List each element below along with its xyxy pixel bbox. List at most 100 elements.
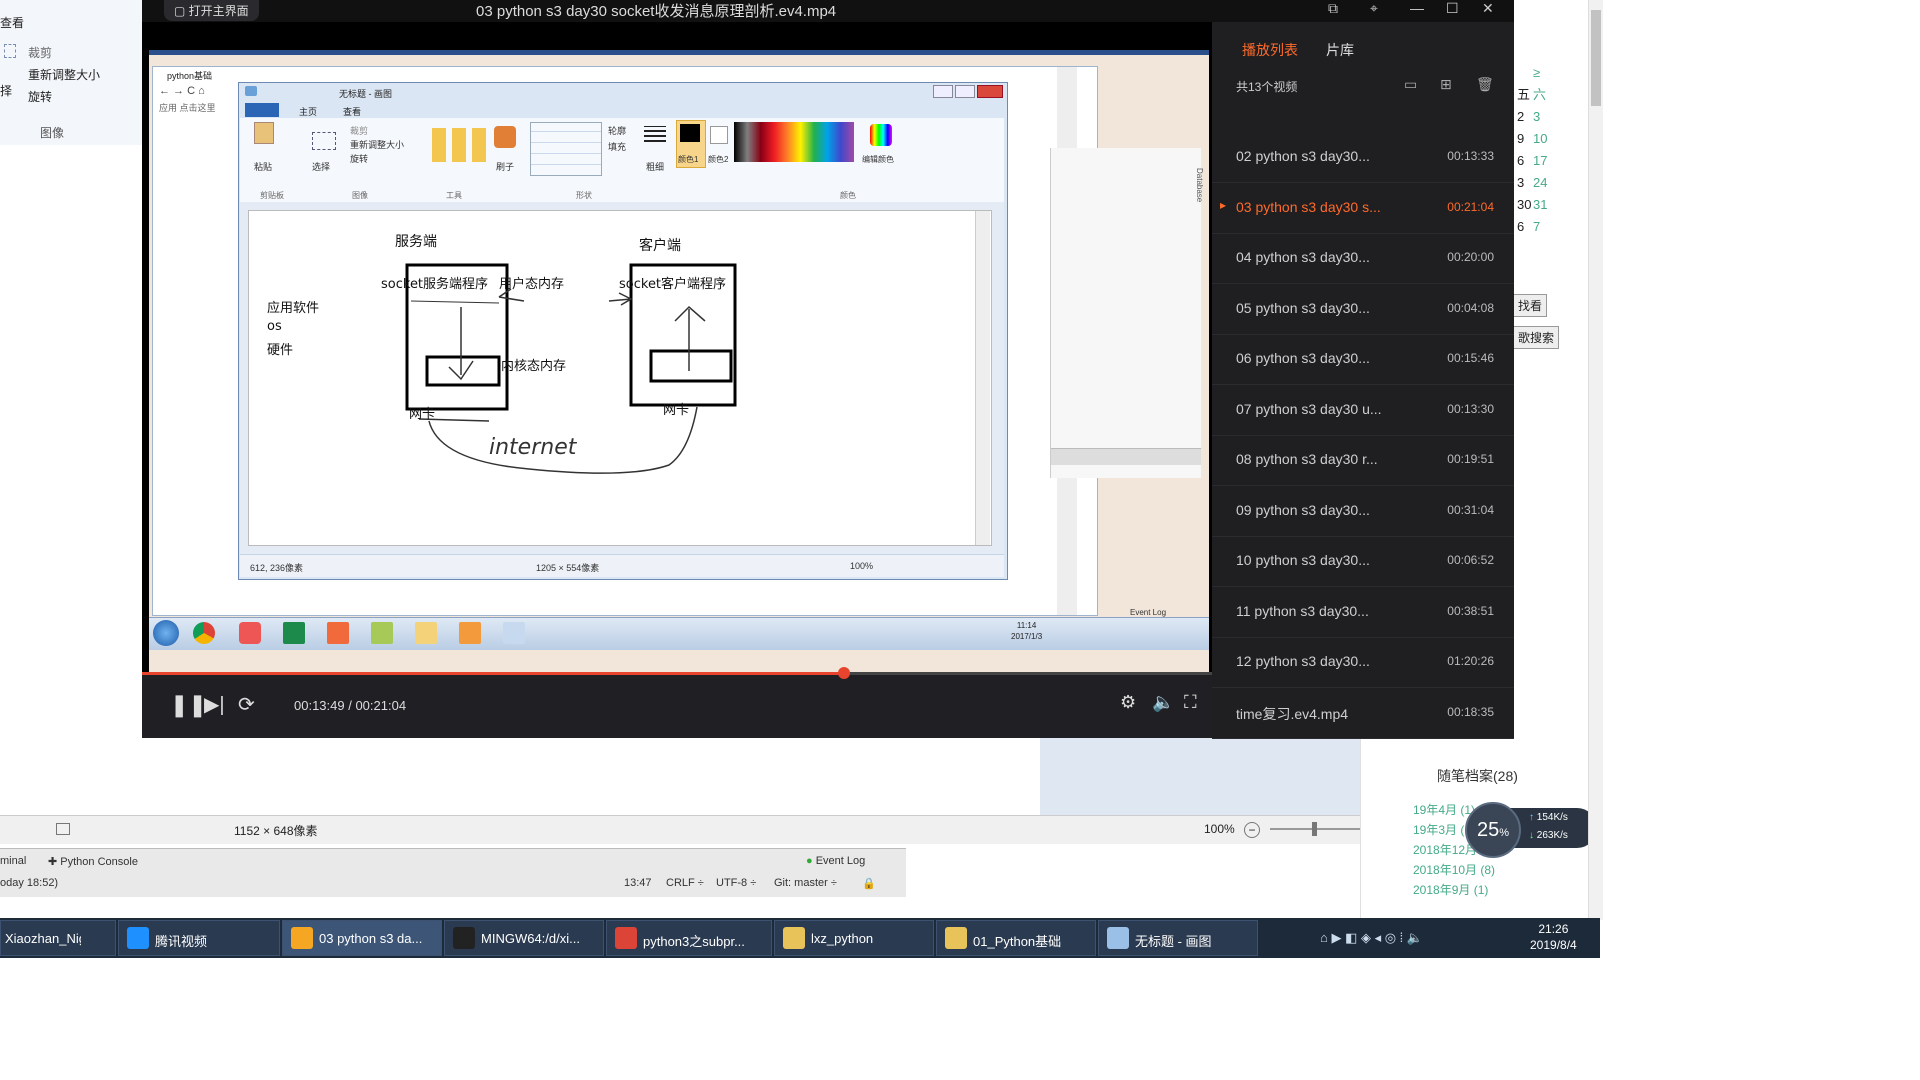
taskbar-button[interactable]: lxz_python [774,920,934,956]
calendar-day[interactable]: 24 [1533,172,1563,194]
playlist-item[interactable]: 09 python s3 day30... 00:31:04 [1212,486,1514,537]
calendar-day[interactable]: 6 [1517,150,1533,172]
calendar-day[interactable]: 3 [1517,172,1533,194]
terminal-tab[interactable]: minal [0,855,26,867]
ribbon-fill: 填充 [608,142,627,152]
video-close-icon [977,85,1003,98]
group-shapes: 形状 [576,191,592,200]
group-image: 图像 [352,191,368,200]
settings-icon[interactable]: ⚙ [1120,692,1136,713]
taskbar-button[interactable]: Xiaozhan_Nightl... [0,920,116,956]
python-console-tab[interactable]: ✚ Python Console [48,855,138,868]
menu-view[interactable]: 查看 [0,14,24,31]
find-button[interactable]: 找看 [1513,294,1548,317]
git-branch[interactable]: Git: master ÷ [774,877,837,889]
progress-knob[interactable] [837,667,850,679]
playlist-item[interactable]: 04 python s3 day30... 00:20:00 [1212,233,1514,284]
group-tools: 工具 [446,191,462,200]
playlist-item[interactable]: 05 python s3 day30... 00:04:08 [1212,284,1514,335]
color1-swatch [680,124,700,142]
tab-playlist[interactable]: 播放列表 [1242,40,1298,60]
taskbar-button[interactable]: python3之subpr... [606,920,772,956]
calendar-day[interactable]: 3 [1533,106,1563,128]
taskbar-button[interactable]: MINGW64:/d/xi... [444,920,604,956]
maximize-icon[interactable]: ☐ [1446,0,1459,17]
taskbar-app-icon [291,927,313,949]
playlist-panel: 播放列表 片库 共13个视频 ▭ ⊞ 🗑 02 python s3 day30.… [1212,22,1514,739]
progress-track[interactable] [142,667,1212,679]
taskbar-button[interactable]: 01_Python基础 [936,920,1096,956]
pause-icon[interactable]: ❚❚ [170,692,207,718]
archive-link[interactable]: 2018年9月 (1) [1413,880,1495,900]
calendar-nav[interactable]: ≥ [1533,62,1563,84]
calendar-day[interactable]: 6 [1517,216,1533,238]
calendar-day[interactable]: 2 [1517,106,1533,128]
selection-size-icon [56,823,70,835]
taskbar-button[interactable]: 无标题 - 画图 [1098,920,1258,956]
playlist-item[interactable]: 06 python s3 day30... 00:15:46 [1212,334,1514,385]
playlist-item[interactable]: 11 python s3 day30... 00:38:51 [1212,587,1514,638]
event-log-tab[interactable]: ● Event Log [806,855,865,867]
loop-icon[interactable]: ⟳ [238,692,255,717]
file-encoding[interactable]: UTF-8 ÷ [716,877,756,889]
calendar-day[interactable]: 17 [1533,150,1563,172]
open-main-ui-button[interactable]: ▢ 打开主界面 [164,0,259,21]
minimize-icon[interactable]: — [1410,0,1424,16]
resize-button[interactable]: 重新调整大小 [28,66,100,83]
back-icon: ▢ [174,4,189,18]
playlist-item[interactable]: 10 python s3 day30... 00:06:52 [1212,536,1514,587]
pip-icon[interactable]: ⧉ [1328,0,1338,17]
playlist-item[interactable]: time复习.ev4.mp4 00:18:35 [1212,688,1514,739]
calendar-day[interactable]: 31 [1533,194,1563,216]
add-file-icon[interactable]: ⊞ [1440,76,1452,93]
video-zoom: 100% [850,561,874,571]
next-icon[interactable]: ▶| [204,692,225,717]
line-separator[interactable]: CRLF ÷ [666,877,704,889]
page-scrollbar[interactable] [1588,0,1603,920]
open-folder-icon[interactable]: ▭ [1404,76,1417,93]
color-palette [734,122,854,162]
volume-icon[interactable]: 🔈 [1152,692,1174,713]
delete-icon[interactable]: 🗑 [1476,76,1494,93]
playlist-item[interactable]: 08 python s3 day30 r... 00:19:51 [1212,435,1514,486]
scrollbar-thumb[interactable] [1591,10,1601,106]
calendar-day[interactable]: 9 [1517,128,1533,150]
close-icon[interactable]: ✕ [1482,0,1494,17]
taskbar-clock[interactable]: 21:26 2019/8/4 [1530,921,1577,953]
pin-icon[interactable]: ⌖ [1370,0,1378,17]
tab-library[interactable]: 片库 [1326,40,1354,60]
ribbon-resize: 重新调整大小 [350,140,405,150]
label-app-software: 应用软件 [267,301,320,316]
fullscreen-icon[interactable]: ⛶ [1184,692,1197,713]
ribbon-color1: 颜色1 [678,155,699,164]
playlist-item[interactable]: 12 python s3 day30... 01:20:26 [1212,637,1514,688]
taskbar-button-label: lxz_python [811,931,874,946]
playlist-item[interactable]: 07 python s3 day30 u... 00:13:30 [1212,385,1514,436]
crop-button[interactable]: 裁剪 [28,44,52,61]
taskbar-button[interactable]: 03 python s3 da... [282,920,442,956]
playlist-item-title: 05 python s3 day30... [1236,299,1370,316]
tray-icons[interactable]: ⌂ ▶ ◧ ◈ ◂ ◎ ⁞ 🔈 [1320,930,1423,946]
color2-swatch [710,126,728,144]
calendar-day[interactable]: 10 [1533,128,1563,150]
taskbar-button[interactable]: 腾讯视频 [118,920,280,956]
playlist-items: 02 python s3 day30... 00:13:33 03 python s… [1212,132,1514,739]
video-app3-icon [459,622,481,644]
playlist-item[interactable]: 03 python s3 day30 s... 00:21:04 ▸ [1212,183,1514,234]
calendar-day[interactable]: 30 [1517,194,1533,216]
zoom-slider[interactable] [1270,828,1370,830]
network-meter[interactable]: 25% ↑ 154K/s ↓ 263K/s [1465,802,1597,858]
lock-icon[interactable]: 🔒 [862,877,876,890]
calendar-day[interactable]: 7 [1533,216,1563,238]
taskbar-app-icon [783,927,805,949]
cursor-position[interactable]: 13:47 [624,877,652,889]
rotate-button[interactable]: 旋转 [28,88,52,105]
video-browser-tab: python基础 [167,71,213,81]
zoom-out-icon[interactable]: − [1244,822,1260,838]
zoom-slider-thumb[interactable] [1312,822,1317,836]
archive-link[interactable]: 2018年10月 (8) [1413,860,1495,880]
playlist-item[interactable]: 02 python s3 day30... 00:13:33 [1212,132,1514,183]
search-button[interactable]: 歌搜索 [1513,326,1560,349]
paint-file-menu [245,103,279,117]
